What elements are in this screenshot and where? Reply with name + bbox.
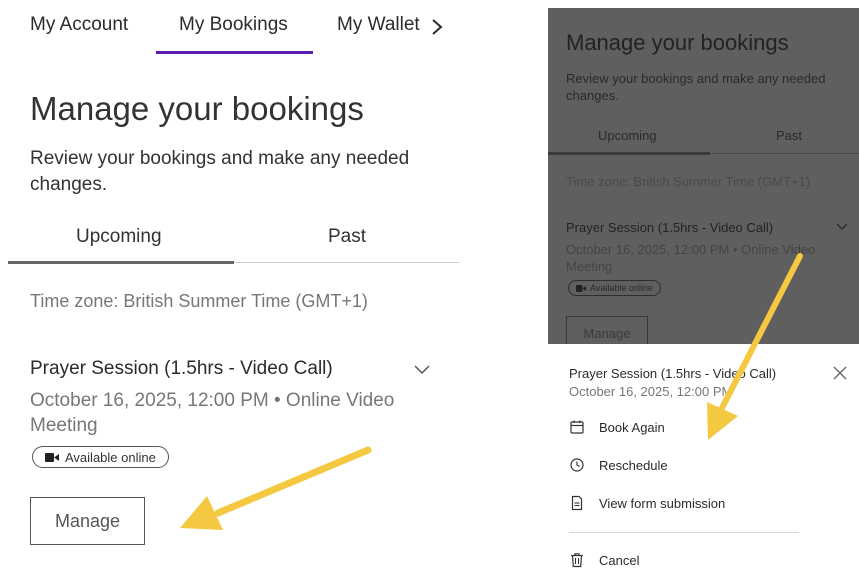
page-subtitle: Review your bookings and make any needed… xyxy=(30,148,410,195)
cancel-label: Cancel xyxy=(599,552,640,568)
sheet-booking-title: Prayer Session (1.5hrs - Video Call) xyxy=(569,366,777,381)
timezone-label: Time zone: British Summer Time (GMT+1) xyxy=(566,174,811,189)
book-again-label: Book Again xyxy=(599,419,665,435)
booking-datetime: October 16, 2025, 12:00 PM • Online Vide… xyxy=(566,242,816,274)
calendar-icon xyxy=(570,420,584,434)
view-form-submission-action[interactable]: View form submission xyxy=(569,493,725,513)
clock-icon xyxy=(570,458,584,472)
booking-title: Prayer Session (1.5hrs - Video Call) xyxy=(30,358,333,379)
reschedule-action[interactable]: Reschedule xyxy=(569,455,668,475)
nav-tab-my-bookings[interactable]: My Bookings xyxy=(179,14,288,36)
video-camera-icon xyxy=(576,284,586,292)
manage-action-sheet: Prayer Session (1.5hrs - Video Call) Oct… xyxy=(548,344,859,569)
left-screen: My Account My Bookings My Wallet Manage … xyxy=(0,0,470,569)
tab-upcoming[interactable]: Upcoming xyxy=(76,226,162,248)
trash-icon xyxy=(571,553,583,568)
sheet-divider xyxy=(569,532,799,533)
chevron-right-icon[interactable] xyxy=(428,16,446,38)
right-screen: Manage your bookings Review your booking… xyxy=(548,8,859,569)
sheet-booking-datetime: October 16, 2025, 12:00 PM xyxy=(569,384,733,399)
manage-button[interactable]: Manage xyxy=(30,497,145,545)
available-online-badge: Available online xyxy=(568,280,661,296)
document-icon xyxy=(571,495,583,511)
booking-datetime: October 16, 2025, 12:00 PM • Online Vide… xyxy=(30,390,395,436)
tab-active-indicator xyxy=(8,261,234,264)
timezone-label: Time zone: British Summer Time (GMT+1) xyxy=(30,291,368,311)
tab-upcoming[interactable]: Upcoming xyxy=(598,128,657,143)
cancel-action[interactable]: Cancel xyxy=(569,550,639,569)
tab-active-indicator xyxy=(548,152,710,155)
video-camera-icon xyxy=(45,452,59,462)
page-title: Manage your bookings xyxy=(30,90,364,127)
available-online-badge: Available online xyxy=(32,446,169,468)
tab-past[interactable]: Past xyxy=(328,226,366,248)
badge-label: Available online xyxy=(65,449,156,465)
badge-label: Available online xyxy=(590,283,653,293)
book-again-action[interactable]: Book Again xyxy=(569,417,665,437)
dimmed-background: Manage your bookings Review your booking… xyxy=(548,8,859,350)
reschedule-label: Reschedule xyxy=(599,457,668,473)
nav-tab-my-wallet[interactable]: My Wallet xyxy=(337,14,420,36)
nav-tab-my-account[interactable]: My Account xyxy=(30,14,128,36)
tab-past[interactable]: Past xyxy=(776,128,802,143)
view-form-submission-label: View form submission xyxy=(599,495,726,511)
nav-active-indicator xyxy=(156,51,313,54)
page-subtitle: Review your bookings and make any needed… xyxy=(566,71,826,103)
booking-title: Prayer Session (1.5hrs - Video Call) xyxy=(566,220,774,235)
chevron-down-icon[interactable] xyxy=(836,222,848,231)
page-title: Manage your bookings xyxy=(566,30,789,55)
close-icon[interactable] xyxy=(833,366,847,380)
chevron-down-icon[interactable] xyxy=(412,362,432,376)
